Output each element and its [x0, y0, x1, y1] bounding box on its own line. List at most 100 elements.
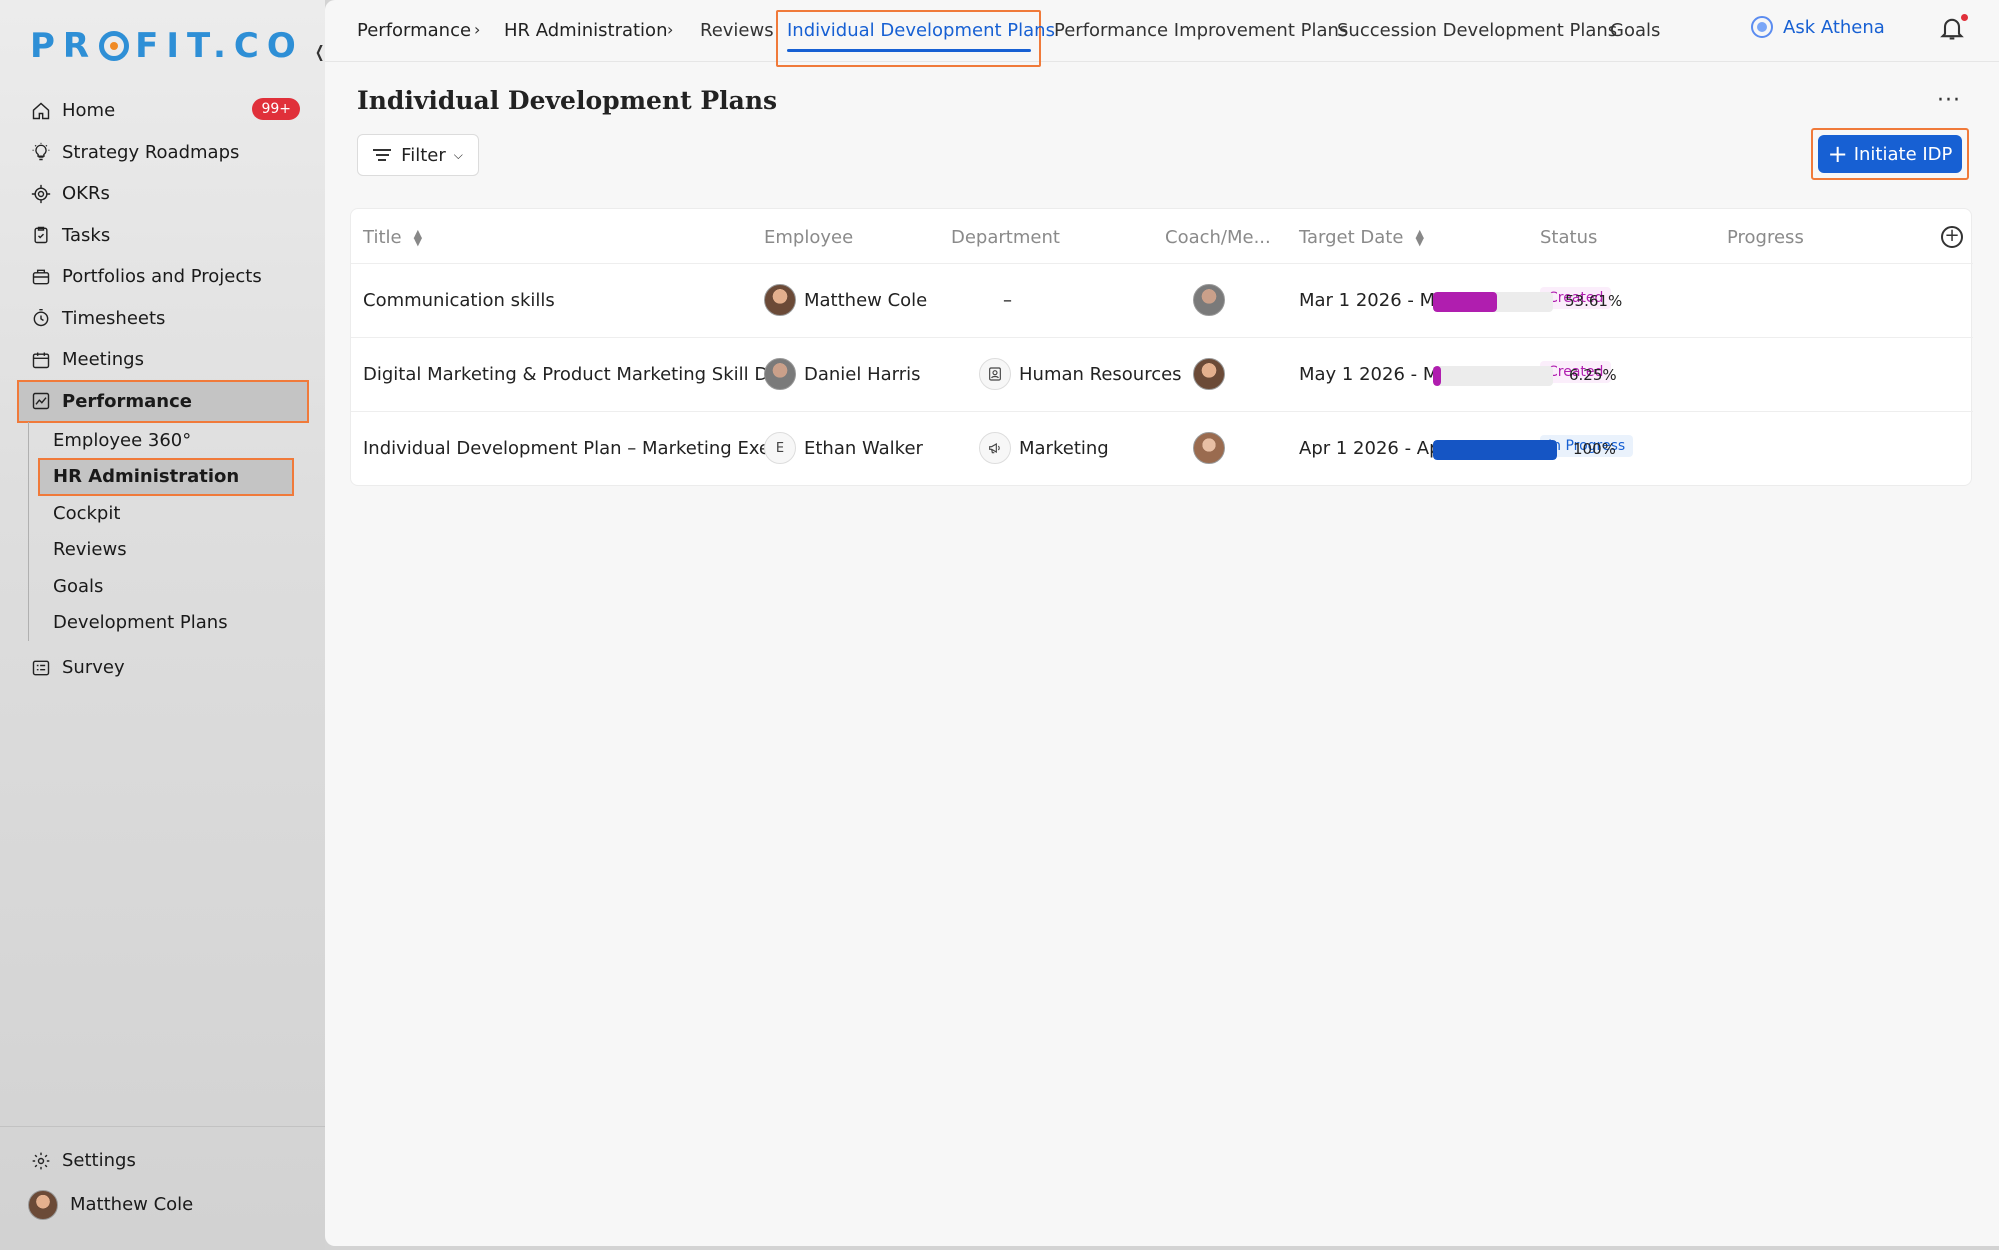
- sidebar-item-portfolios-and-projects[interactable]: Portfolios and Projects: [18, 256, 308, 298]
- ask-athena-label: Ask Athena: [1783, 16, 1885, 38]
- briefcase-icon: [30, 266, 52, 288]
- active-tab-underline: [787, 49, 1031, 52]
- sidebar-subitem-development-plans[interactable]: Development Plans: [39, 605, 308, 642]
- user-name: Matthew Cole: [70, 1194, 194, 1215]
- megaphone-icon: [979, 432, 1011, 464]
- sidebar-subitem-reviews[interactable]: Reviews: [39, 532, 308, 569]
- row-title[interactable]: Communication skills: [363, 290, 555, 311]
- logo-text-suffix: FIT.CO: [135, 26, 304, 66]
- initiate-idp-button[interactable]: + Initiate IDP: [1818, 135, 1962, 173]
- sidebar-item-tasks[interactable]: Tasks: [18, 215, 308, 257]
- employee-name: Ethan Walker: [804, 437, 923, 459]
- sidebar-subitem-cockpit[interactable]: Cockpit: [39, 495, 308, 532]
- id-badge-icon: [979, 358, 1011, 390]
- sidebar-item-performance[interactable]: Performance: [17, 379, 309, 423]
- column-header-label: Title: [363, 227, 402, 248]
- user-avatar: [28, 1189, 58, 1220]
- employee-name: Matthew Cole: [804, 289, 928, 311]
- row-coach: [1193, 432, 1225, 464]
- column-header-progress: Progress: [1727, 227, 1804, 248]
- ask-athena-button[interactable]: Ask Athena: [1751, 16, 1885, 38]
- progress-bar: [1433, 440, 1557, 460]
- clipboard-check-icon: [30, 224, 52, 246]
- employee-name: Daniel Harris: [804, 363, 921, 385]
- logo-ring-icon: [99, 31, 130, 61]
- row-department: Human Resources: [979, 358, 1182, 390]
- breadcrumb-performance[interactable]: Performance: [357, 20, 471, 41]
- row-title[interactable]: Digital Marketing & Product Marketing Sk…: [363, 364, 796, 385]
- tab-individual-development-plans[interactable]: Individual Development Plans: [787, 20, 1055, 41]
- current-user-profile[interactable]: Matthew Cole: [18, 1182, 308, 1228]
- row-employee: Daniel Harris: [764, 358, 921, 390]
- sort-icon[interactable]: ▲ ▼: [1415, 228, 1423, 247]
- sidebar-item-home[interactable]: Home 99+: [18, 90, 308, 132]
- table-row[interactable]: Digital Marketing & Product Marketing Sk…: [351, 337, 1973, 411]
- gear-icon: [30, 1150, 52, 1172]
- filter-button[interactable]: Filter ⌵: [357, 134, 479, 176]
- main-nav: Home 99+ Strategy Roadmaps OKRs Tasks Po…: [17, 90, 309, 689]
- column-header-employee: Employee: [764, 227, 854, 248]
- collapse-sidebar-chevron-left-icon[interactable]: ❮: [315, 42, 324, 61]
- table-row[interactable]: Individual Development Plan – Marketing …: [351, 411, 1973, 485]
- initiate-idp-label: Initiate IDP: [1853, 143, 1953, 165]
- employee-initial-avatar: E: [764, 432, 796, 464]
- add-column-plus-icon[interactable]: +: [1941, 226, 1963, 248]
- sidebar-item-survey[interactable]: Survey: [18, 647, 308, 689]
- main-content: Performance › HR Administration › Review…: [325, 0, 1999, 1246]
- initiate-idp-highlight: + Initiate IDP: [1811, 128, 1969, 180]
- sidebar-subitem-employee-360[interactable]: Employee 360°: [39, 422, 308, 459]
- logo-text-prefix: PR: [30, 26, 98, 66]
- tab-reviews[interactable]: Reviews: [700, 20, 774, 41]
- column-header-status: Status: [1540, 227, 1598, 248]
- survey-list-icon: [30, 657, 52, 679]
- sidebar-item-label: Portfolios and Projects: [62, 266, 262, 288]
- unread-notification-dot: [1961, 14, 1968, 21]
- progress-bar-fill: [1433, 440, 1557, 460]
- sidebar-subitem-goals[interactable]: Goals: [39, 568, 308, 605]
- profit-co-logo[interactable]: PR FIT.CO: [30, 26, 304, 66]
- column-header-title[interactable]: Title ▲ ▼: [363, 227, 422, 248]
- progress-bar-fill: [1433, 292, 1498, 312]
- notification-count-badge: 99+: [252, 98, 300, 120]
- home-icon: [30, 100, 52, 122]
- employee-avatar: [764, 284, 796, 316]
- department-name: Human Resources: [1019, 363, 1182, 385]
- progress-value: 100%: [1573, 440, 1616, 458]
- progress-value: 6.25%: [1569, 366, 1617, 384]
- progress-bar: [1433, 292, 1553, 312]
- coach-avatar: [1193, 358, 1225, 390]
- coach-avatar: [1193, 432, 1225, 464]
- column-header-target-date[interactable]: Target Date ▲ ▼: [1299, 227, 1424, 248]
- sidebar: PR FIT.CO ❮ Home 99+ Strategy Roadmaps OK…: [0, 0, 325, 1250]
- sidebar-item-timesheets[interactable]: Timesheets: [18, 298, 308, 340]
- row-employee: Matthew Cole: [764, 284, 927, 316]
- target-icon: [30, 183, 52, 205]
- sidebar-item-meetings[interactable]: Meetings: [18, 339, 308, 381]
- sidebar-subitem-hr-administration[interactable]: HR Administration: [38, 457, 294, 496]
- tab-performance-improvement-plans[interactable]: Performance Improvement Plans: [1054, 20, 1348, 41]
- breadcrumb-hr-administration[interactable]: HR Administration: [504, 20, 667, 41]
- page-title: Individual Development Plans: [357, 86, 778, 115]
- lightbulb-icon: [30, 141, 52, 163]
- sidebar-item-settings[interactable]: Settings: [18, 1140, 308, 1182]
- stopwatch-icon: [30, 307, 52, 329]
- tab-goals[interactable]: Goals: [1610, 20, 1660, 41]
- column-header-label: Target Date: [1299, 227, 1404, 248]
- sidebar-item-label: Meetings: [62, 349, 144, 371]
- top-navigation-bar: Performance › HR Administration › Review…: [325, 0, 1999, 67]
- athena-ai-icon: [1751, 16, 1773, 38]
- table-row[interactable]: Communication skills Matthew Cole – Mar …: [351, 263, 1973, 337]
- sidebar-item-okrs[interactable]: OKRs: [18, 173, 308, 215]
- sidebar-item-label: Performance: [62, 390, 192, 412]
- row-coach: [1193, 284, 1225, 316]
- notifications-bell-icon[interactable]: [1938, 14, 1968, 44]
- more-options-ellipsis-icon[interactable]: ···: [1937, 88, 1961, 113]
- sidebar-item-label: Tasks: [62, 224, 111, 246]
- filter-lines-icon: [373, 146, 392, 164]
- performance-subnav: Employee 360° HR Administration Cockpit …: [28, 422, 308, 641]
- row-title[interactable]: Individual Development Plan – Marketing …: [363, 438, 787, 459]
- sidebar-item-strategy-roadmaps[interactable]: Strategy Roadmaps: [18, 132, 308, 174]
- tab-succession-development-plans[interactable]: Succession Development Plans: [1337, 20, 1617, 41]
- sort-icon[interactable]: ▲ ▼: [414, 228, 422, 247]
- column-header-coach: Coach/Me...: [1165, 227, 1271, 248]
